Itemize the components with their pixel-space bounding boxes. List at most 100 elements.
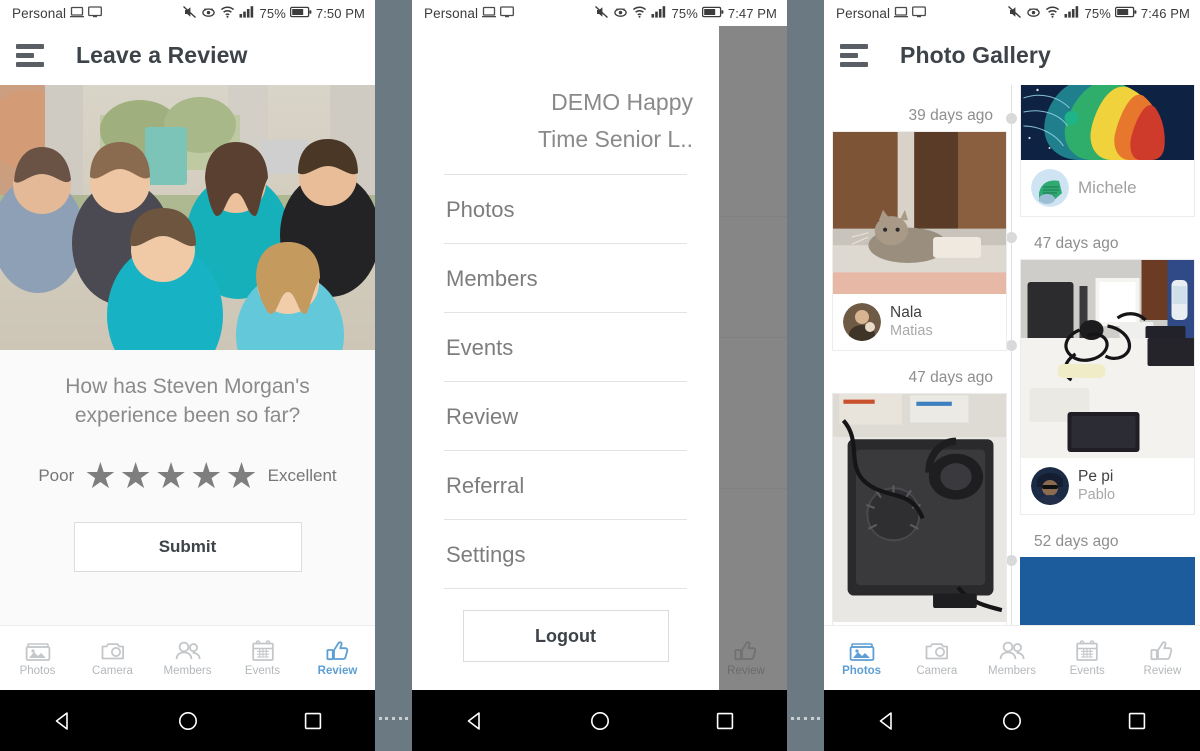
android-nav-bar — [412, 690, 787, 751]
gap-dots — [787, 714, 824, 722]
monitor-icon — [500, 5, 515, 21]
drawer-title-line2: Time Senior L.. — [537, 126, 693, 152]
clock-label: 7:50 PM — [315, 5, 365, 21]
navigation-drawer: DEMO Happy Time Senior L.. Photos Member… — [412, 26, 719, 690]
star-rating[interactable]: ★ ★ ★ ★ ★ — [84, 458, 257, 494]
members-icon — [999, 641, 1025, 660]
wifi-icon — [632, 5, 647, 22]
gallery-entry[interactable]: 47 days ago — [832, 369, 1007, 626]
page-title: Leave a Review — [76, 42, 248, 68]
battery-icon — [701, 6, 724, 21]
card-names: Pe pi Pablo — [1078, 468, 1115, 505]
carrier-label: Personal — [424, 5, 479, 21]
camera-icon — [101, 643, 124, 660]
star-4[interactable]: ★ — [190, 458, 222, 494]
back-triangle-icon[interactable] — [876, 710, 898, 732]
tab-members[interactable]: Members — [974, 639, 1049, 677]
drawer-item-review[interactable]: Review — [412, 382, 719, 450]
photo-card[interactable]: Nala Matias — [832, 131, 1007, 351]
status-bar: Personal — [412, 0, 787, 26]
entry-date: 52 days ago — [1034, 533, 1119, 550]
timeline-dot — [1006, 113, 1017, 124]
gap-dots — [375, 714, 412, 722]
submit-row: Submit — [0, 522, 375, 572]
drawer-item-events[interactable]: Events — [412, 313, 719, 381]
drawer-menu: Photos Members Events Review Referral Se… — [412, 175, 719, 589]
star-3[interactable]: ★ — [155, 458, 187, 494]
status-bar: Personal — [0, 0, 375, 26]
tab-photos-label: Photos — [842, 665, 882, 677]
eye-icon — [201, 5, 216, 22]
card-photo-cat-on-couch[interactable] — [833, 132, 1006, 294]
tab-photos[interactable]: Photos — [0, 639, 75, 677]
gallery-entry[interactable]: Michele — [1020, 85, 1195, 217]
tab-photos[interactable]: Photos — [824, 639, 899, 677]
tab-camera-label: Camera — [916, 665, 958, 677]
avatar-michele — [1031, 169, 1069, 207]
card-photo-headphones-on-laptop-cooler[interactable] — [833, 394, 1006, 622]
drawer-item-photos[interactable]: Photos — [412, 175, 719, 243]
star-1[interactable]: ★ — [84, 458, 116, 494]
events-icon — [251, 640, 274, 661]
tab-events-label: Events — [244, 665, 281, 677]
rating-high-label: Excellent — [267, 466, 337, 485]
tab-members[interactable]: Members — [150, 639, 225, 677]
photo-card[interactable]: Pe pi Pablo — [1020, 259, 1195, 515]
card-names: Nala Matias — [890, 304, 933, 341]
photo-card[interactable] — [1020, 557, 1195, 626]
photo-card[interactable]: Michele — [1020, 85, 1195, 217]
tab-members-label: Members — [163, 665, 212, 677]
gallery-entry[interactable]: 39 days ago Nala Matias — [832, 107, 1007, 351]
monitor-icon — [88, 5, 103, 21]
submit-button[interactable]: Submit — [73, 522, 302, 572]
card-meta: Nala Matias — [833, 294, 1006, 350]
drawer-item-settings[interactable]: Settings — [412, 520, 719, 588]
gallery-entry[interactable]: 47 days ago — [1020, 235, 1195, 515]
laptop-icon — [482, 6, 497, 21]
tab-camera[interactable]: Camera — [899, 639, 974, 677]
tab-events-label: Events — [1069, 665, 1105, 677]
star-5[interactable]: ★ — [225, 458, 257, 494]
recents-square-icon[interactable] — [302, 710, 324, 732]
gallery-right-column: Michele 47 days ago Pe pi Pablo 52 days … — [1020, 85, 1195, 626]
home-circle-icon[interactable] — [589, 710, 611, 732]
hamburger-icon[interactable] — [840, 44, 872, 68]
divider — [444, 588, 687, 589]
tab-events[interactable]: Events — [225, 639, 300, 677]
recents-square-icon[interactable] — [714, 710, 736, 732]
recents-square-icon[interactable] — [1126, 710, 1148, 732]
tab-review[interactable]: Review — [300, 639, 375, 677]
photos-icon — [849, 643, 874, 661]
home-circle-icon[interactable] — [177, 710, 199, 732]
tab-events[interactable]: Events — [1050, 639, 1125, 677]
eye-icon — [613, 5, 628, 22]
hero-group-photo — [0, 85, 375, 350]
bottom-tab-bar-gallery: Photos Camera Members Events Review — [824, 625, 1200, 690]
card-photo-desk-with-cables[interactable] — [1021, 260, 1194, 458]
drawer-item-referral[interactable]: Referral — [412, 451, 719, 519]
card-photo-blue-placeholder[interactable] — [1020, 557, 1195, 626]
wifi-icon — [220, 5, 235, 22]
card-meta: Pe pi Pablo — [1021, 458, 1194, 514]
back-triangle-icon[interactable] — [464, 710, 486, 732]
drawer-item-members[interactable]: Members — [412, 244, 719, 312]
tab-camera-label: Camera — [92, 665, 133, 677]
avatar-pepi — [1031, 467, 1069, 505]
logout-button[interactable]: Logout — [462, 610, 669, 662]
entry-date: 47 days ago — [1034, 235, 1119, 252]
tab-camera[interactable]: Camera — [75, 639, 150, 677]
review-question: How has Steven Morgan's experience been … — [65, 375, 310, 427]
card-photo-colorful-abstract-art[interactable] — [1021, 85, 1194, 160]
photo-card[interactable]: Gera Pablo — [832, 393, 1007, 626]
card-names: Michele — [1078, 178, 1137, 199]
tab-review[interactable]: Review — [1125, 639, 1200, 677]
back-triangle-icon[interactable] — [52, 710, 74, 732]
hamburger-icon[interactable] — [16, 44, 48, 68]
gallery-entry[interactable]: 52 days ago — [1020, 533, 1195, 626]
photos-icon — [25, 643, 50, 661]
drawer-title-line1: DEMO Happy — [551, 89, 693, 115]
star-2[interactable]: ★ — [120, 458, 152, 494]
home-circle-icon[interactable] — [1001, 710, 1023, 732]
photo-gallery-timeline[interactable]: 39 days ago Nala Matias 47 days ago Mich… — [824, 85, 1200, 626]
clock-label: 7:47 PM — [727, 5, 777, 21]
